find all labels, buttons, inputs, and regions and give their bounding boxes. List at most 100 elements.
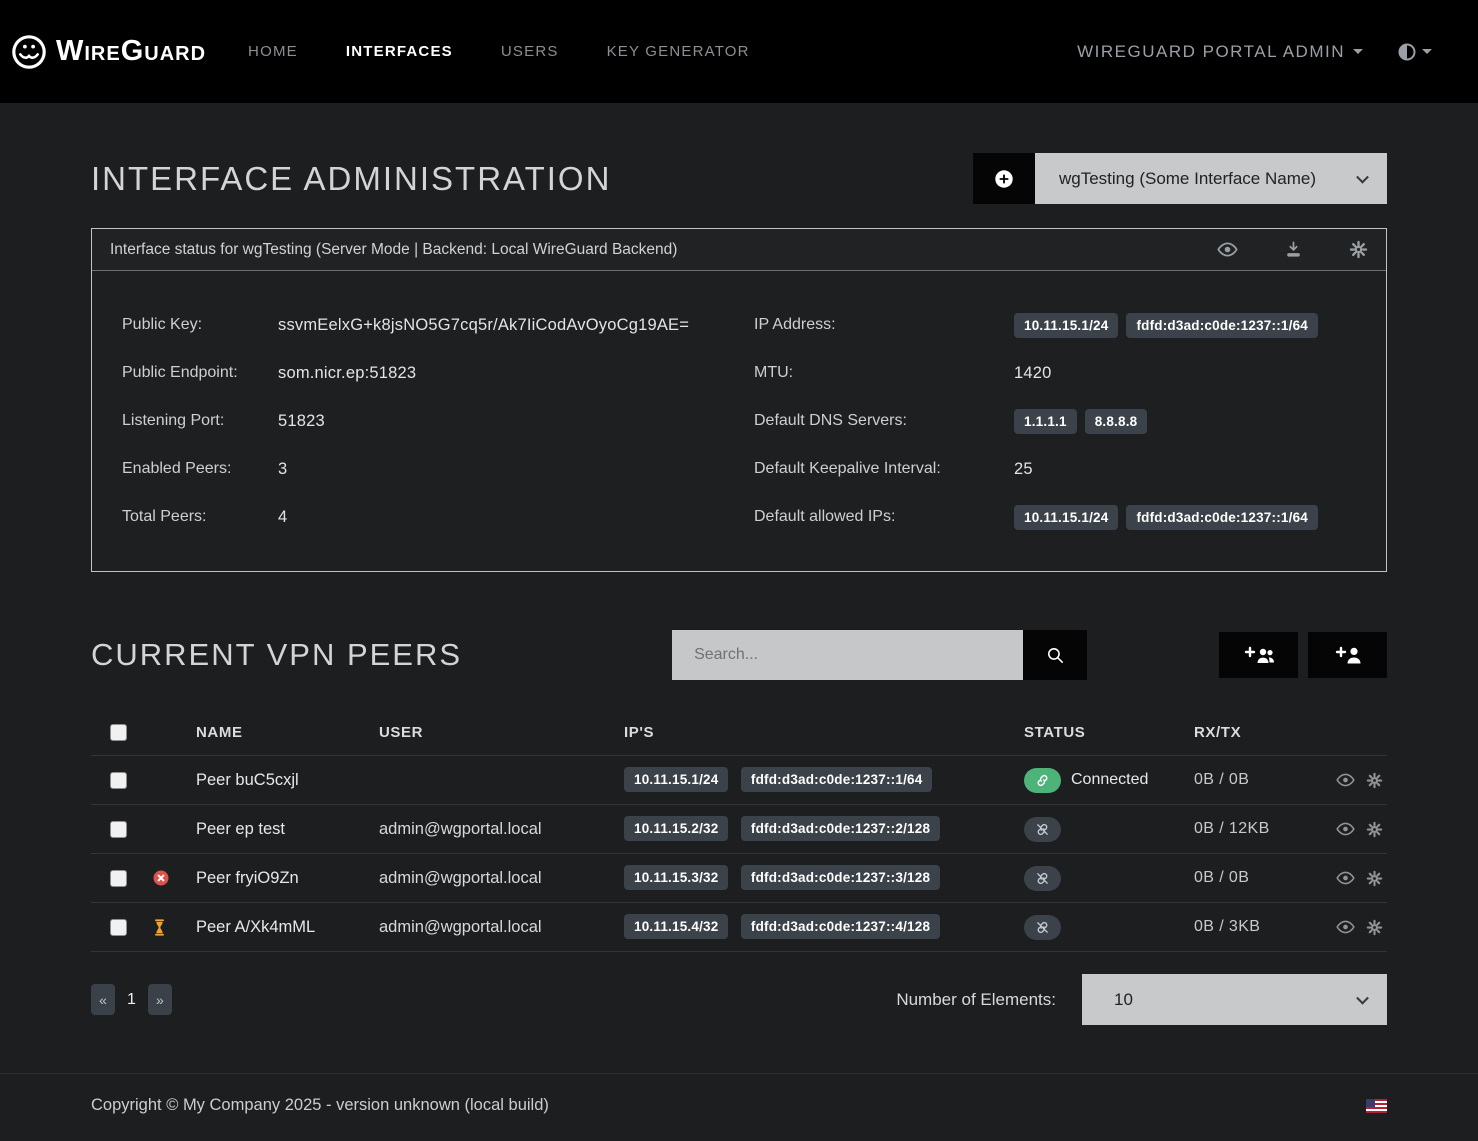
interface-details-left: Public Key:ssvmEelxG+k8jsNO5G7cq5r/Ak7Ii… xyxy=(122,311,724,531)
column-header-rxtx: RX/TX xyxy=(1194,724,1334,741)
peer-name: Peer fryiO9Zn xyxy=(196,869,379,888)
brand-name: WireGuard xyxy=(56,35,206,68)
keepalive-value: 25 xyxy=(1014,460,1033,479)
peers-section-title: CURRENT VPN PEERS xyxy=(91,637,462,673)
nav-item-key-generator[interactable]: KEY GENERATOR xyxy=(607,43,750,60)
row-checkbox[interactable] xyxy=(110,772,127,789)
nav-item-users[interactable]: USERS xyxy=(501,43,559,60)
user-menu-label: WIREGUARD PORTAL ADMIN xyxy=(1077,42,1345,62)
status-card-title: Interface status for wgTesting (Server M… xyxy=(110,241,677,259)
row-checkbox[interactable] xyxy=(110,821,127,838)
detail-label: Enabled Peers: xyxy=(122,460,278,478)
interface-details-right: IP Address: 10.11.15.1/24 fdfd:d3ad:c0de… xyxy=(754,311,1356,531)
search-button[interactable] xyxy=(1023,630,1087,680)
pagination-next-button[interactable]: » xyxy=(148,984,172,1015)
page-size-value: 10 xyxy=(1114,990,1133,1010)
chevron-down-icon xyxy=(1356,991,1369,1004)
peer-settings-button[interactable] xyxy=(1366,870,1383,887)
mtu-value: 1420 xyxy=(1014,364,1052,383)
status-disconnected-badge xyxy=(1024,817,1061,842)
page-title: INTERFACE ADMINISTRATION xyxy=(91,160,611,198)
interface-select[interactable]: wgTesting (Some Interface Name) xyxy=(1035,153,1387,204)
footer: Copyright © My Company 2025 - version un… xyxy=(0,1073,1478,1141)
peer-ip6-badge: fdfd:d3ad:c0de:1237::1/64 xyxy=(741,767,933,792)
peer-ip4-badge: 10.11.15.2/32 xyxy=(624,816,728,841)
peer-settings-button[interactable] xyxy=(1366,919,1383,936)
detail-label: Default allowed IPs: xyxy=(754,508,1014,526)
nav-item-interfaces[interactable]: INTERFACES xyxy=(346,43,453,60)
peer-rxtx: 0B / 0B xyxy=(1194,771,1334,789)
column-header-ips: IP'S xyxy=(624,724,1024,741)
add-peer-button[interactable] xyxy=(1308,632,1387,678)
ip-address-badge: 10.11.15.1/24 xyxy=(1014,313,1118,338)
pagination-prev-button[interactable]: « xyxy=(91,984,115,1015)
eye-icon xyxy=(1336,871,1355,885)
expired-circle-x-icon xyxy=(152,869,170,887)
total-peers-value: 4 xyxy=(278,508,287,527)
link-slash-icon xyxy=(1035,920,1050,935)
row-checkbox[interactable] xyxy=(110,919,127,936)
user-menu-dropdown[interactable]: WIREGUARD PORTAL ADMIN xyxy=(1077,42,1363,62)
download-icon xyxy=(1284,240,1303,259)
view-peer-button[interactable] xyxy=(1336,920,1355,934)
row-checkbox[interactable] xyxy=(110,870,127,887)
add-multiple-peers-button[interactable] xyxy=(1219,632,1298,678)
theme-toggle-dropdown[interactable] xyxy=(1397,42,1432,62)
detail-label: Public Key: xyxy=(122,316,278,334)
peer-rxtx: 0B / 12KB xyxy=(1194,820,1334,838)
peer-settings-button[interactable] xyxy=(1366,772,1383,789)
column-header-status: STATUS xyxy=(1024,724,1194,741)
allowed-ip-badge: fdfd:d3ad:c0de:1237::1/64 xyxy=(1126,505,1318,530)
interface-status-card: Interface status for wgTesting (Server M… xyxy=(91,228,1387,572)
column-header-name: NAME xyxy=(196,724,379,741)
enabled-peers-value: 3 xyxy=(278,460,287,479)
peer-user: admin@wgportal.local xyxy=(379,820,624,839)
select-all-checkbox[interactable] xyxy=(110,724,127,741)
ip-address-badge: fdfd:d3ad:c0de:1237::1/64 xyxy=(1126,313,1318,338)
peer-ip4-badge: 10.11.15.3/32 xyxy=(624,865,728,890)
peer-rxtx: 0B / 3KB xyxy=(1194,918,1334,936)
page-size-select[interactable]: 10 xyxy=(1082,974,1387,1025)
circle-half-theme-icon xyxy=(1397,42,1417,62)
add-user-icon xyxy=(1333,644,1363,666)
status-disconnected-badge xyxy=(1024,915,1061,940)
add-users-icon xyxy=(1242,644,1276,666)
pagination: « 1 » xyxy=(91,984,172,1015)
us-flag-language-icon[interactable] xyxy=(1366,1099,1387,1113)
download-config-button[interactable] xyxy=(1284,240,1303,259)
public-key-value: ssvmEelxG+k8jsNO5G7cq5r/Ak7IiCodAvOyoCg1… xyxy=(278,316,689,335)
status-label: Connected xyxy=(1071,771,1148,789)
detail-label: Total Peers: xyxy=(122,508,278,526)
dns-server-badge: 1.1.1.1 xyxy=(1014,409,1077,434)
status-connected-badge xyxy=(1024,768,1061,793)
view-config-button[interactable] xyxy=(1217,242,1238,257)
link-slash-icon xyxy=(1035,822,1050,837)
add-interface-button[interactable] xyxy=(973,153,1035,204)
eye-icon xyxy=(1336,773,1355,787)
peer-settings-button[interactable] xyxy=(1366,821,1383,838)
copyright-text: Copyright © My Company 2025 - version un… xyxy=(91,1096,549,1115)
caret-down-icon xyxy=(1422,49,1432,54)
peer-search-input[interactable] xyxy=(672,630,1023,680)
pagination-current-page[interactable]: 1 xyxy=(115,991,148,1009)
eye-icon xyxy=(1217,242,1238,257)
detail-label: Default Keepalive Interval: xyxy=(754,460,1014,478)
allowed-ip-badge: 10.11.15.1/24 xyxy=(1014,505,1118,530)
peer-user: admin@wgportal.local xyxy=(379,869,624,888)
table-row: Peer ep test admin@wgportal.local 10.11.… xyxy=(91,805,1387,854)
top-navbar: WireGuard HOME INTERFACES USERS KEY GENE… xyxy=(0,0,1478,103)
wireguard-logo-icon xyxy=(10,33,48,71)
gear-icon xyxy=(1366,821,1383,838)
main-nav: HOME INTERFACES USERS KEY GENERATOR xyxy=(248,43,750,60)
view-peer-button[interactable] xyxy=(1336,773,1355,787)
nav-item-home[interactable]: HOME xyxy=(248,43,298,60)
gear-icon xyxy=(1366,870,1383,887)
brand-logo[interactable]: WireGuard xyxy=(10,33,206,71)
view-peer-button[interactable] xyxy=(1336,871,1355,885)
link-slash-icon xyxy=(1035,871,1050,886)
dns-server-badge: 8.8.8.8 xyxy=(1085,409,1148,434)
interface-settings-button[interactable] xyxy=(1349,240,1368,259)
eye-icon xyxy=(1336,822,1355,836)
view-peer-button[interactable] xyxy=(1336,822,1355,836)
gear-icon xyxy=(1366,919,1383,936)
